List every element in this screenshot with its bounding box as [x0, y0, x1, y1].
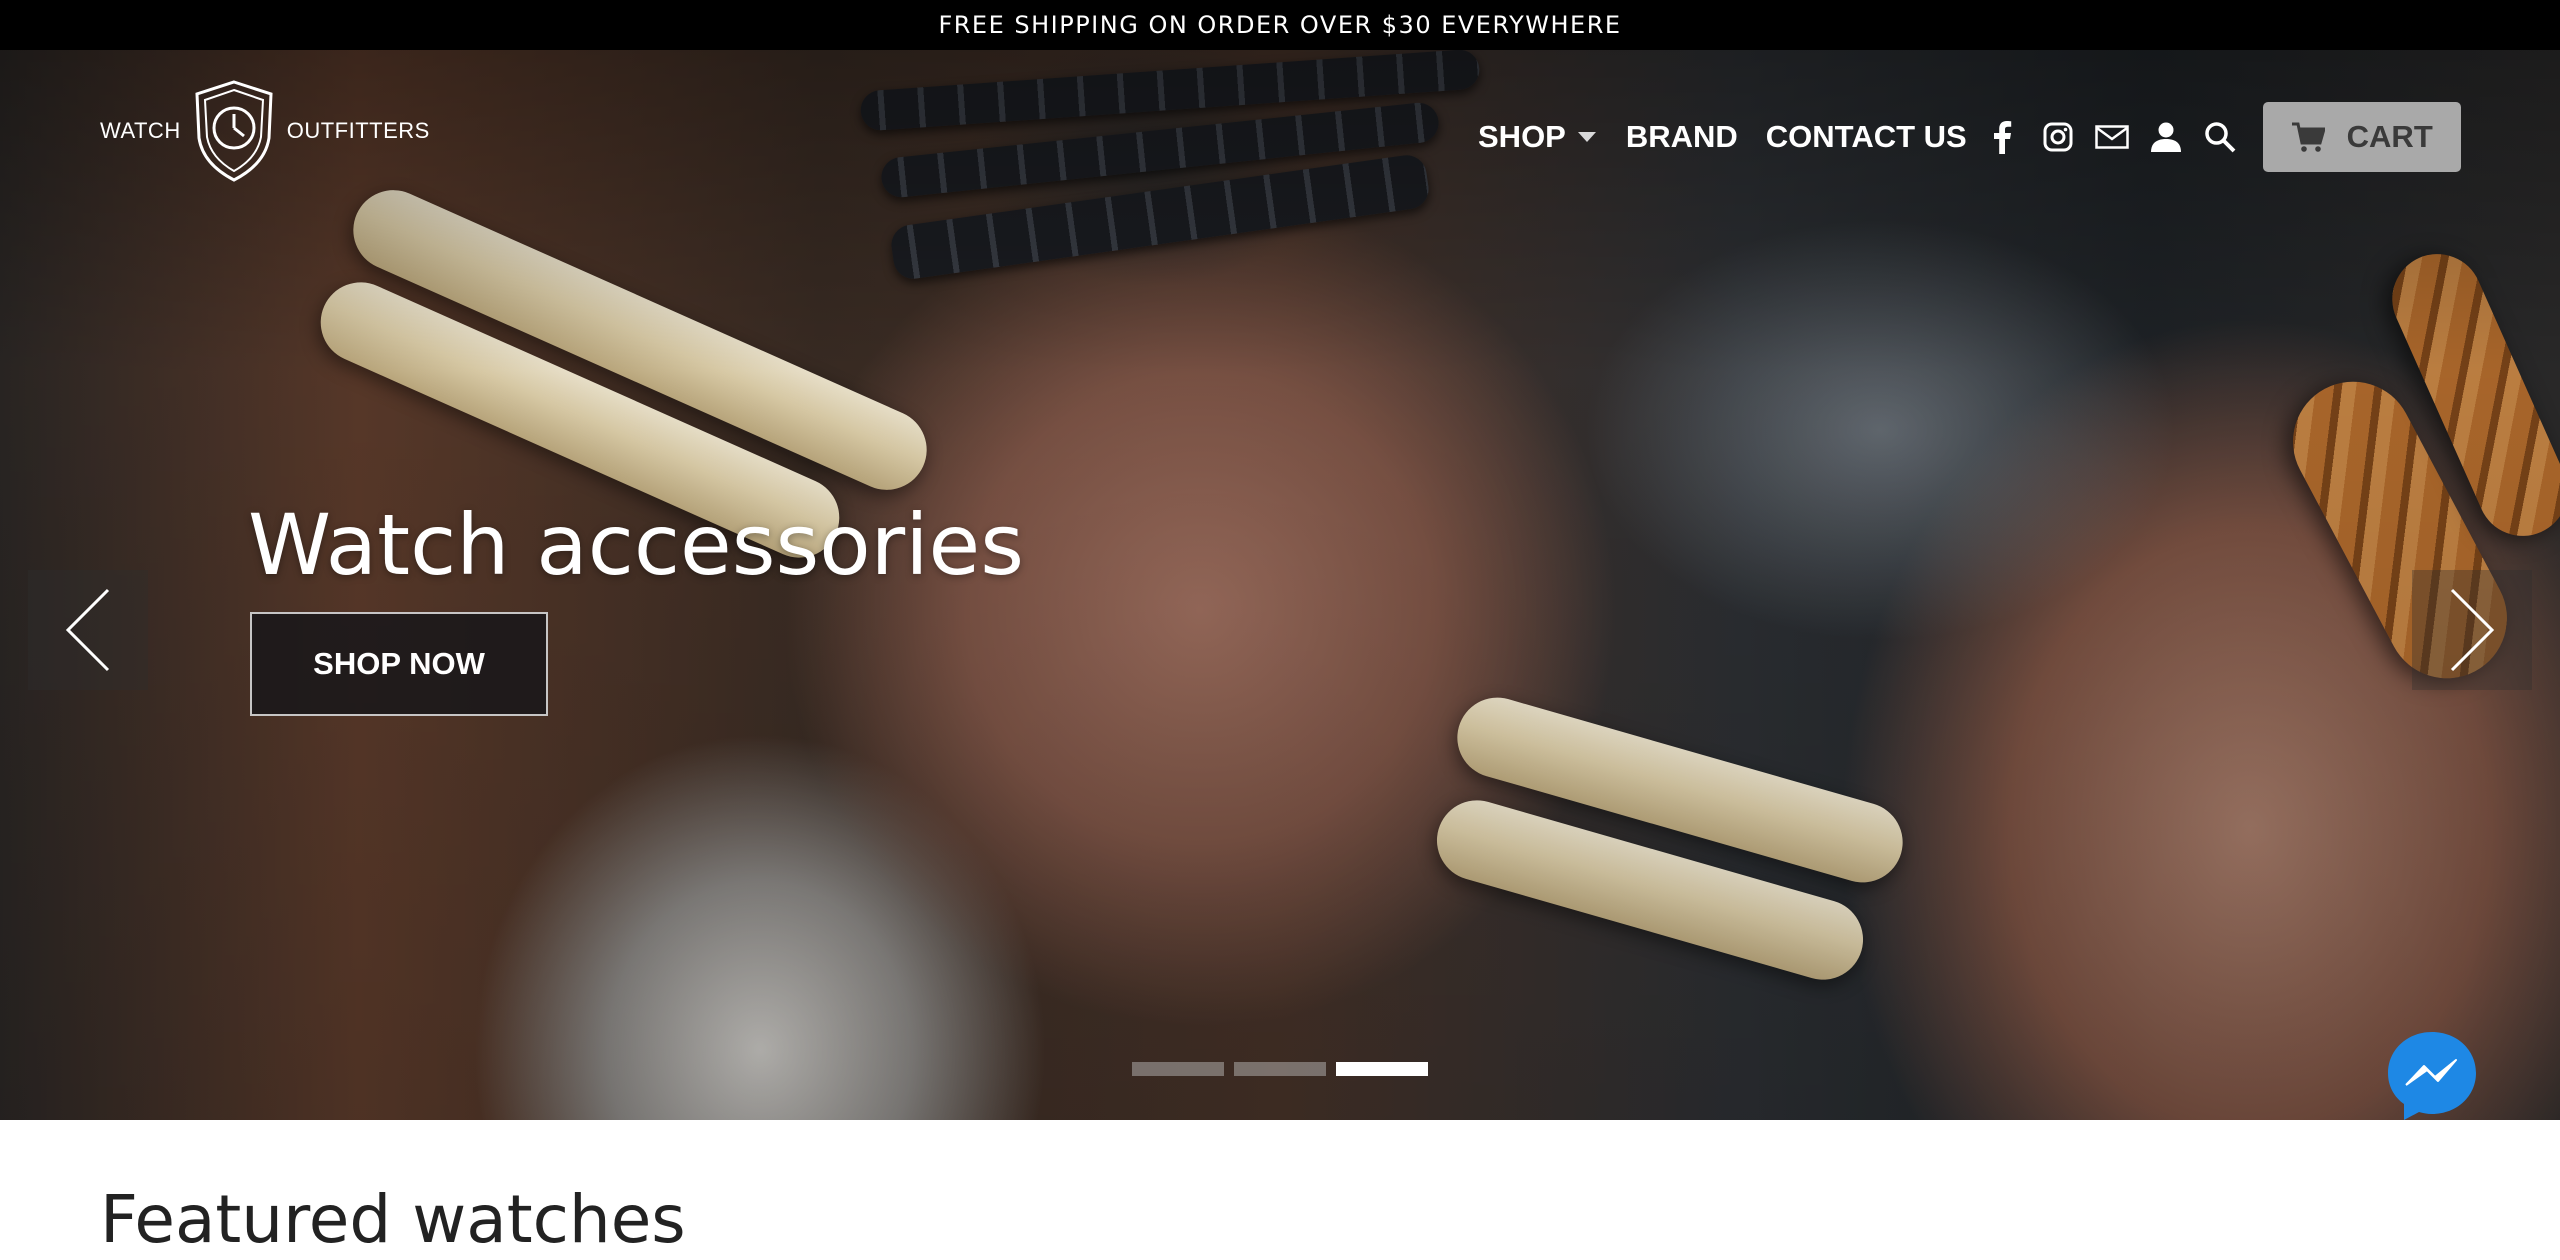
slide-title: Watch accessories	[248, 496, 1024, 594]
account-icon	[2150, 122, 2181, 152]
shop-now-button[interactable]: SHOP NOW	[250, 612, 548, 716]
nav-contact-us[interactable]: CONTACT US	[1766, 119, 1967, 155]
slide-dot-3[interactable]	[1336, 1062, 1428, 1076]
slide-dot-2[interactable]	[1234, 1062, 1326, 1076]
slide-indicators	[1132, 1062, 1428, 1076]
caret-down-icon	[1577, 132, 1596, 142]
site-logo[interactable]: WATCH OUTFITTERS	[100, 80, 430, 182]
slide-next-button[interactable]	[2412, 570, 2532, 690]
chevron-left-icon	[65, 588, 110, 672]
cart-icon	[2291, 122, 2325, 152]
nav-shop-label: SHOP	[1478, 119, 1566, 154]
hero-slideshow: Watch accessories SHOP NOW	[0, 50, 2560, 1120]
announcement-text: FREE SHIPPING ON ORDER OVER $30 EVERYWHE…	[938, 11, 1622, 39]
chevron-right-icon	[2450, 588, 2495, 672]
mail-icon	[2094, 125, 2129, 149]
cart-button[interactable]: CART	[2262, 102, 2461, 172]
slide-dot-1[interactable]	[1132, 1062, 1224, 1076]
search-button[interactable]	[2203, 120, 2237, 154]
featured-section-title: Featured watches	[100, 1181, 686, 1258]
messenger-icon	[2388, 1032, 2476, 1120]
nav-shop[interactable]: SHOP	[1478, 119, 1596, 155]
facebook-link[interactable]	[1985, 120, 2019, 154]
account-link[interactable]	[2149, 120, 2183, 154]
announcement-bar: FREE SHIPPING ON ORDER OVER $30 EVERYWHE…	[0, 0, 2560, 50]
cart-label: CART	[2346, 119, 2433, 154]
instagram-link[interactable]	[2041, 120, 2075, 154]
main-nav: SHOP BRAND CONTACT US CART	[1478, 100, 2461, 174]
clock-shield-icon	[195, 80, 273, 182]
logo-text-left: WATCH	[100, 118, 181, 143]
nav-brand[interactable]: BRAND	[1626, 119, 1738, 155]
messenger-chat-button[interactable]	[2386, 1030, 2478, 1122]
slide-prev-button[interactable]	[28, 570, 148, 690]
facebook-icon	[1993, 121, 2011, 154]
logo-text-right: OUTFITTERS	[286, 118, 430, 143]
email-link[interactable]	[2094, 120, 2129, 154]
search-icon	[2204, 122, 2236, 153]
instagram-icon	[2043, 122, 2073, 152]
